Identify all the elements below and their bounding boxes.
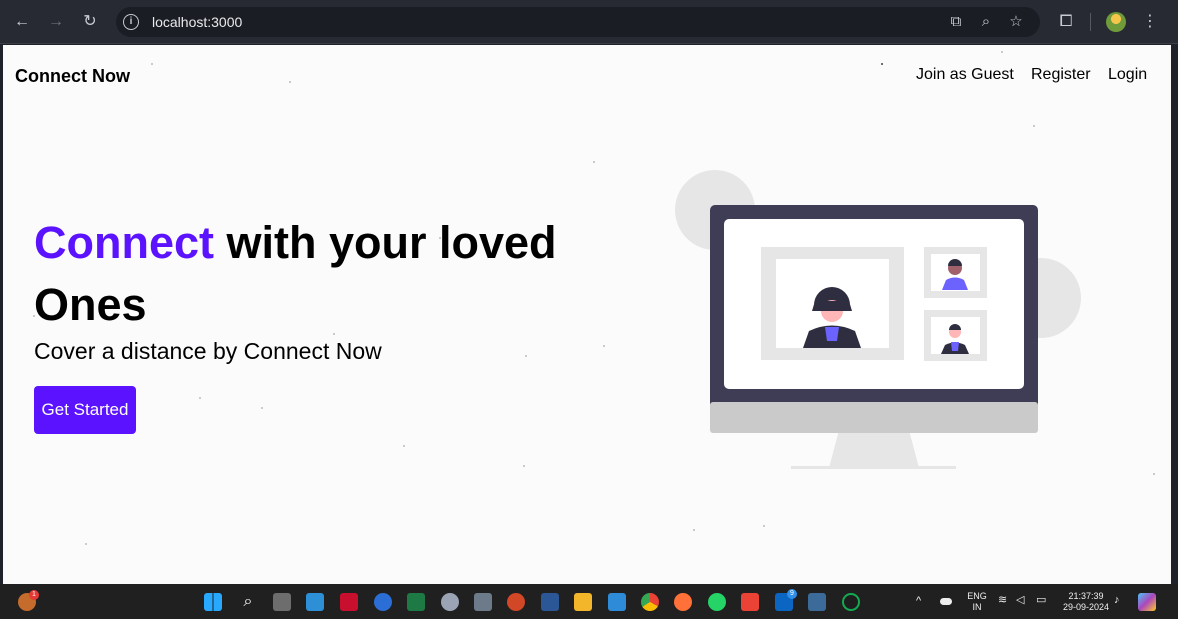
task-view-icon[interactable] bbox=[273, 593, 291, 611]
firefox-icon[interactable] bbox=[674, 593, 692, 611]
file-explorer-icon[interactable] bbox=[574, 593, 592, 611]
clock-date[interactable]: 29-09-2024 bbox=[1060, 602, 1112, 612]
brand-logo-text[interactable]: Connect Now bbox=[15, 66, 130, 87]
site-info-icon[interactable]: i bbox=[123, 14, 139, 30]
mcafee-icon[interactable] bbox=[340, 593, 358, 611]
url-text[interactable]: localhost:3000 bbox=[152, 14, 242, 30]
browser-toolbar: ← → ↻ i localhost:3000 ⧉ ⌕ ☆ ⧠ ⋮ bbox=[0, 0, 1178, 44]
volume-icon[interactable]: ◁ bbox=[1016, 595, 1024, 606]
powerpoint-icon[interactable] bbox=[507, 593, 525, 611]
chrome-icon[interactable] bbox=[641, 593, 659, 611]
hero-title-accent: Connect bbox=[34, 217, 214, 268]
settings-gear-icon[interactable] bbox=[441, 593, 459, 611]
whatsapp-icon[interactable] bbox=[708, 593, 726, 611]
wifi-icon[interactable]: ≋ bbox=[998, 595, 1007, 606]
nav-link-register[interactable]: Register bbox=[1031, 66, 1091, 84]
install-app-icon[interactable]: ⧉ bbox=[946, 12, 966, 32]
region-indicator[interactable]: IN bbox=[966, 602, 988, 612]
linkedin-badge: 9 bbox=[787, 589, 797, 599]
store-icon[interactable] bbox=[306, 593, 324, 611]
notification-badge: 1 bbox=[29, 590, 39, 600]
back-arrow-icon[interactable]: ← bbox=[10, 10, 34, 34]
excel-icon[interactable] bbox=[407, 593, 425, 611]
nav-link-join-as-guest[interactable]: Join as Guest bbox=[916, 66, 1014, 84]
get-started-button[interactable]: Get Started bbox=[34, 386, 136, 434]
monitor-stand bbox=[829, 430, 919, 468]
mongodb-icon[interactable] bbox=[842, 593, 860, 611]
notification-bell-icon[interactable]: ♪ bbox=[1114, 595, 1120, 606]
clock-time[interactable]: 21:37:39 bbox=[1060, 591, 1112, 601]
monitor-base bbox=[791, 466, 956, 469]
battery-icon[interactable]: ▭ bbox=[1036, 595, 1046, 606]
vscode-icon[interactable] bbox=[608, 593, 626, 611]
onedrive-cloud-icon[interactable] bbox=[940, 598, 952, 605]
mysql-workbench-icon[interactable] bbox=[808, 593, 826, 611]
windows-taskbar: 1 ⌕ 9 ^ ENG IN ≋ ◁ ▭ 21:37:39 29-09-2024… bbox=[0, 584, 1178, 619]
language-indicator[interactable]: ENG bbox=[966, 591, 988, 601]
hero-title: Connect with your loved Ones bbox=[34, 212, 674, 336]
search-icon[interactable]: ⌕ bbox=[239, 593, 257, 611]
address-bar[interactable]: i localhost:3000 ⧉ ⌕ ☆ bbox=[116, 7, 1040, 37]
video-call-illustration bbox=[675, 170, 1081, 469]
extensions-icon[interactable]: ⧠ bbox=[1054, 10, 1078, 34]
toolbar-divider bbox=[1090, 13, 1091, 31]
zoom-icon[interactable]: ⌕ bbox=[976, 12, 996, 32]
word-icon[interactable] bbox=[541, 593, 559, 611]
copilot-icon[interactable] bbox=[1138, 593, 1156, 611]
calculator-icon[interactable] bbox=[474, 593, 492, 611]
reload-icon[interactable]: ↻ bbox=[78, 10, 102, 34]
help-icon[interactable] bbox=[374, 593, 392, 611]
menu-kebab-icon[interactable]: ⋮ bbox=[1138, 10, 1162, 34]
gmail-icon[interactable] bbox=[741, 593, 759, 611]
forward-arrow-icon[interactable]: → bbox=[44, 10, 68, 34]
bookmark-star-icon[interactable]: ☆ bbox=[1006, 12, 1026, 32]
nav-link-login[interactable]: Login bbox=[1108, 66, 1147, 84]
web-page: Connect Now Join as Guest Register Login… bbox=[3, 45, 1171, 584]
hero-subtitle: Cover a distance by Connect Now bbox=[34, 338, 382, 364]
monitor-chin bbox=[710, 402, 1038, 433]
windows-start-icon[interactable] bbox=[204, 593, 222, 611]
tray-chevron-up-icon[interactable]: ^ bbox=[916, 596, 921, 607]
profile-avatar[interactable] bbox=[1106, 12, 1126, 32]
